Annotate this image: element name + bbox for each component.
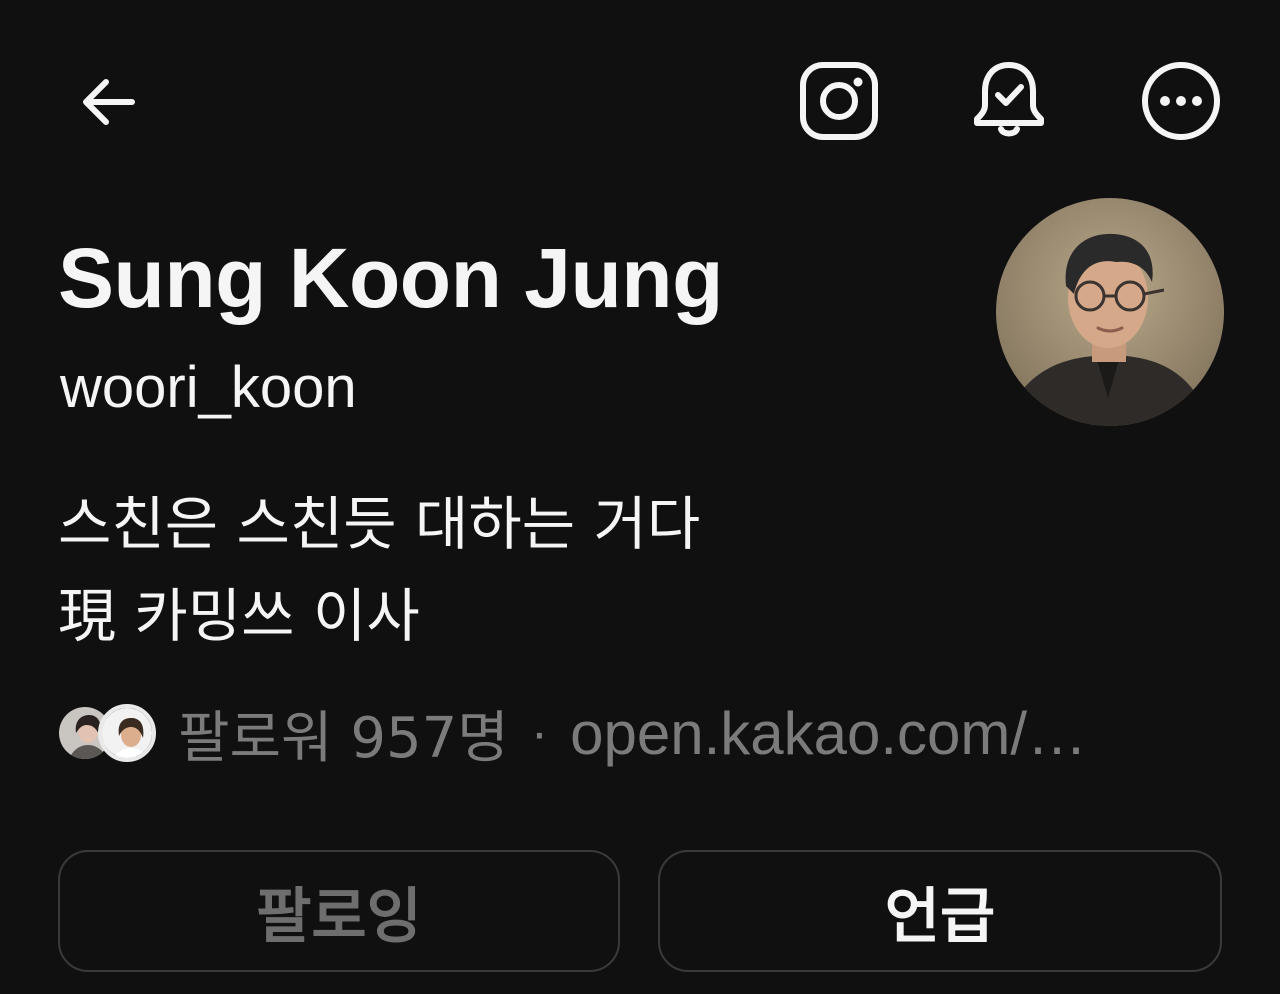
more-options-button[interactable]: [1136, 56, 1226, 146]
profile-bio: 스친은 스친듯 대하는 거다 現 카밍쓰 이사: [58, 478, 700, 662]
instagram-icon: [800, 62, 878, 140]
meta-separator: ·: [530, 704, 549, 762]
more-horizontal-icon: [1142, 62, 1220, 140]
profile-avatar[interactable]: [996, 198, 1224, 426]
following-button[interactable]: 팔로잉: [58, 850, 620, 972]
bio-line: 現 카밍쓰 이사: [58, 582, 420, 650]
arrow-left-icon: [83, 79, 135, 125]
instagram-button[interactable]: [796, 58, 882, 144]
bio-line: 스친은 스친듯 대하는 거다: [58, 490, 701, 558]
profile-display-name: Sung Koon Jung: [58, 231, 723, 325]
follower-avatars[interactable]: [56, 702, 160, 764]
profile-screen: Sung Koon Jung woori_koon 스친은 스친듯 대하는 거다…: [0, 0, 1280, 994]
avatar-photo: [996, 198, 1224, 426]
follower-avatar: [98, 704, 156, 762]
followers-count[interactable]: 팔로워 957명: [178, 693, 509, 774]
profile-meta-text: 팔로워 957명 · open.kakao.com/…: [178, 693, 1087, 774]
bell-check-icon: [974, 62, 1044, 137]
mention-button[interactable]: 언급: [658, 850, 1222, 972]
notifications-button[interactable]: [966, 56, 1052, 142]
profile-username: woori_koon: [60, 355, 357, 420]
profile-link[interactable]: open.kakao.com/…: [570, 699, 1087, 768]
back-button[interactable]: [66, 60, 150, 144]
profile-meta-row: 팔로워 957명 · open.kakao.com/…: [56, 698, 1087, 771]
